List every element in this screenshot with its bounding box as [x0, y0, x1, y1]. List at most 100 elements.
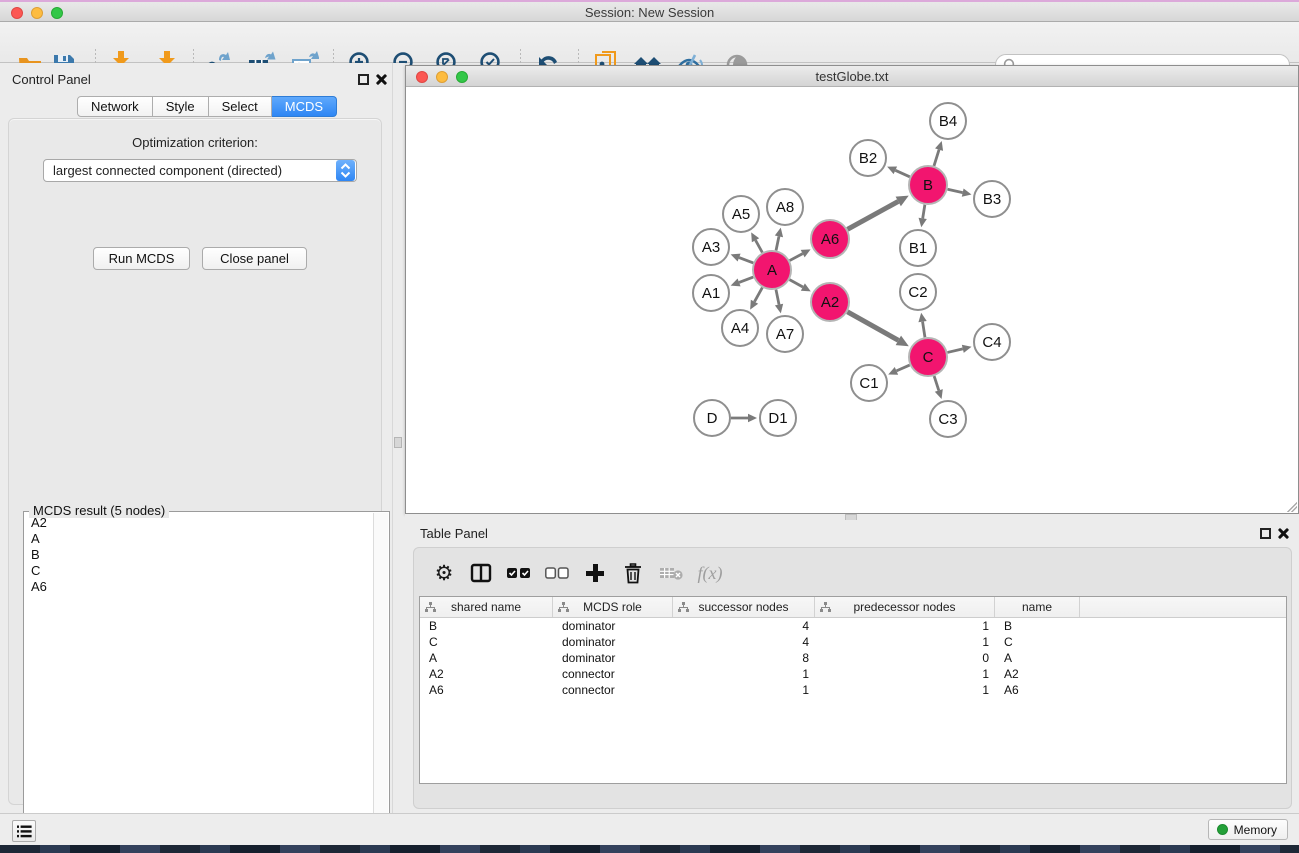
edge-A-A7[interactable] [776, 290, 779, 305]
table-row[interactable]: Bdominator41B [420, 618, 1286, 634]
network-canvas[interactable]: B4B2BB3A8A5A6A3B1AC2A1A2A4A7C4CC1C3DD1 [406, 87, 1298, 513]
graph-node-label: C3 [938, 411, 957, 428]
optimization-criterion-select[interactable]: largest connected component (directed) [43, 159, 357, 182]
table-cell[interactable]: dominator [553, 634, 673, 650]
edge-A6-B[interactable] [848, 201, 899, 229]
close-panel-icon[interactable] [375, 73, 388, 86]
mcds-result-list[interactable]: A2ABCA6 [25, 515, 372, 849]
table-cell[interactable]: A2 [995, 666, 1080, 682]
edge-A-A5[interactable] [756, 240, 763, 252]
window-resize-grip[interactable] [1285, 500, 1297, 512]
splitter-handle[interactable] [394, 437, 402, 448]
close-panel-button[interactable]: Close panel [202, 247, 307, 270]
table-cell[interactable]: A [420, 650, 553, 666]
table-cell[interactable]: A6 [420, 682, 553, 698]
table-cell[interactable]: connector [553, 666, 673, 682]
table-cell[interactable]: A [995, 650, 1080, 666]
add-column-icon[interactable] [580, 558, 610, 588]
table-float-panel-icon[interactable] [1260, 528, 1271, 539]
result-item[interactable]: A6 [25, 579, 372, 595]
table-row[interactable]: A2connector11A2 [420, 666, 1286, 682]
arrowhead-icon [962, 188, 972, 196]
graph-node-label: A3 [702, 239, 720, 256]
run-mcds-button[interactable]: Run MCDS [93, 247, 190, 270]
table-cell[interactable]: connector [553, 682, 673, 698]
table-cell[interactable]: C [420, 634, 553, 650]
table-row[interactable]: Adominator80A [420, 650, 1286, 666]
deselect-all-icon[interactable] [542, 558, 572, 588]
edge-A-A6[interactable] [790, 254, 803, 261]
table-cell[interactable]: 1 [815, 618, 995, 634]
table-cell[interactable]: 1 [815, 634, 995, 650]
column-header-predecessor-nodes[interactable]: predecessor nodes [815, 597, 995, 617]
column-header-shared-name[interactable]: shared name [420, 597, 553, 617]
edge-C-C2[interactable] [923, 322, 925, 338]
edge-A-A1[interactable] [739, 277, 753, 282]
edge-B-B3[interactable] [948, 189, 963, 192]
table-cell[interactable]: 1 [673, 682, 815, 698]
graph-node-label: B3 [983, 191, 1001, 208]
edge-A2-C[interactable] [847, 312, 898, 341]
table-settings-icon[interactable]: ⚙ [429, 558, 459, 588]
column-header-mcds-role[interactable]: MCDS role [553, 597, 673, 617]
tab-network[interactable]: Network [77, 96, 153, 117]
table-panel: Table Panel ⚙ f(x) shared nameMCDS roles… [405, 520, 1299, 813]
column-header-successor-nodes[interactable]: successor nodes [673, 597, 815, 617]
edge-A-A3[interactable] [739, 258, 753, 263]
table-row[interactable]: Cdominator41C [420, 634, 1286, 650]
edge-B-B1[interactable] [923, 205, 925, 219]
delete-table-icon[interactable] [656, 558, 686, 588]
tab-mcds[interactable]: MCDS [272, 96, 337, 117]
result-item[interactable]: A [25, 531, 372, 547]
table-cell[interactable]: A6 [995, 682, 1080, 698]
tab-select[interactable]: Select [209, 96, 272, 117]
arrowhead-icon [918, 313, 926, 323]
edge-A-A8[interactable] [776, 236, 779, 250]
tab-style[interactable]: Style [153, 96, 209, 117]
table-cell[interactable]: B [995, 618, 1080, 634]
table-cell[interactable]: 0 [815, 650, 995, 666]
network-window-title: testGlobe.txt [406, 69, 1298, 84]
edge-C-C3[interactable] [934, 376, 939, 390]
select-all-icon[interactable] [504, 558, 534, 588]
task-history-button[interactable] [12, 820, 36, 842]
table-cell[interactable]: A2 [420, 666, 553, 682]
graph-node-label: B1 [909, 240, 927, 257]
result-item[interactable]: B [25, 547, 372, 563]
result-item[interactable]: A2 [25, 515, 372, 531]
delete-column-icon[interactable] [618, 558, 648, 588]
table-cell[interactable]: 1 [815, 666, 995, 682]
table-row[interactable]: A6connector11A6 [420, 682, 1286, 698]
edge-A-A2[interactable] [790, 280, 803, 287]
table-cell[interactable]: 4 [673, 634, 815, 650]
result-scrollbar[interactable] [373, 513, 388, 849]
arrowhead-icon [935, 141, 943, 151]
table-close-panel-icon[interactable] [1277, 527, 1290, 540]
function-builder-icon[interactable]: f(x) [695, 558, 725, 588]
table-cell[interactable]: dominator [553, 650, 673, 666]
graph-node-label: B [923, 177, 933, 194]
edge-B-B4[interactable] [934, 150, 939, 166]
edge-B-B2[interactable] [895, 170, 909, 176]
edge-C-C4[interactable] [947, 349, 962, 353]
panel-splitter[interactable] [390, 63, 405, 813]
split-columns-icon[interactable] [466, 558, 496, 588]
table-cell[interactable]: C [995, 634, 1080, 650]
table-cell[interactable]: 1 [673, 666, 815, 682]
node-table-body[interactable]: Bdominator41BCdominator41CAdominator80AA… [420, 618, 1286, 698]
table-cell[interactable]: B [420, 618, 553, 634]
table-cell[interactable]: 1 [815, 682, 995, 698]
column-header-label: shared name [451, 600, 521, 614]
edge-C-C1[interactable] [896, 365, 909, 371]
node-table-header[interactable]: shared name MCDS rolesuccessor nodesprede… [420, 597, 1286, 618]
result-item[interactable]: C [25, 563, 372, 579]
edge-A-A4[interactable] [754, 288, 762, 302]
float-panel-icon[interactable] [358, 74, 369, 85]
memory-button[interactable]: Memory [1208, 819, 1288, 840]
network-window-title-bar[interactable]: testGlobe.txt [406, 66, 1298, 87]
table-cell[interactable]: dominator [553, 618, 673, 634]
table-cell[interactable]: 4 [673, 618, 815, 634]
table-cell[interactable]: 8 [673, 650, 815, 666]
column-header-name[interactable]: name [995, 597, 1080, 617]
node-table[interactable]: shared name MCDS rolesuccessor nodesprede… [419, 596, 1287, 784]
